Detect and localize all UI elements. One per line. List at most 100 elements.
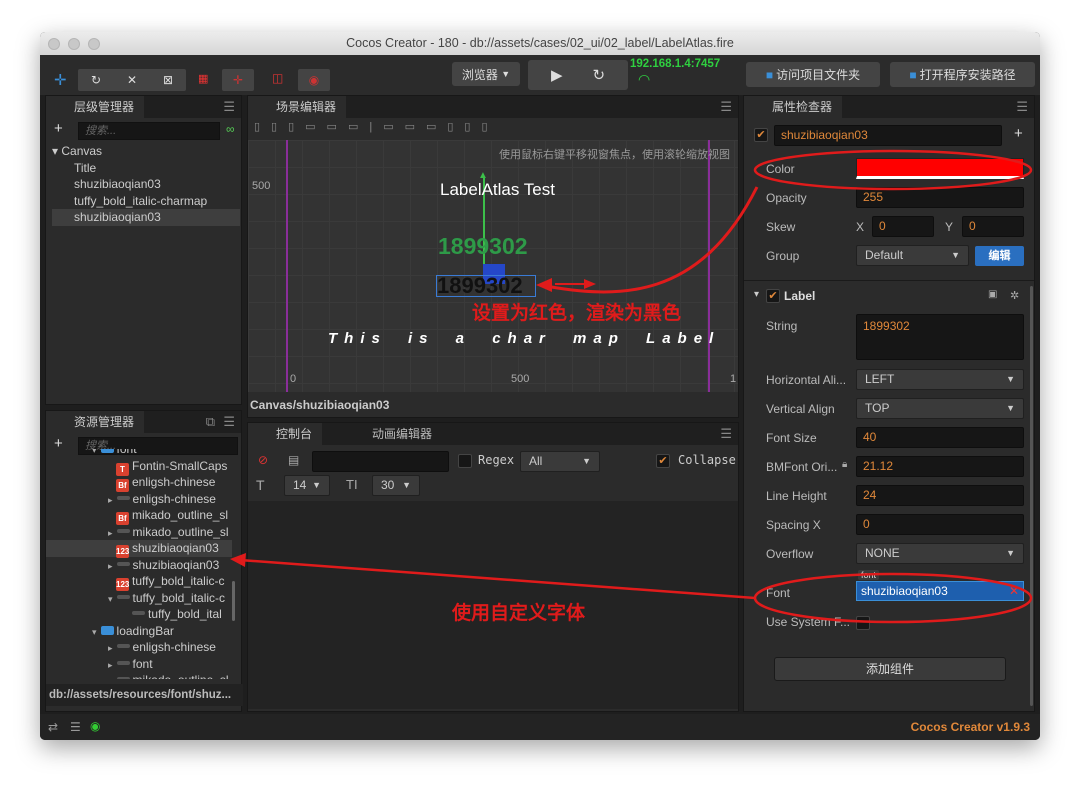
- scale-tool-icon[interactable]: ✕: [127, 73, 137, 87]
- y-label: Y: [945, 220, 954, 234]
- asset-item[interactable]: ▸mikado_outline_sl: [46, 672, 232, 679]
- ip-address[interactable]: 192.168.1.4:7457: [630, 58, 720, 70]
- tab-console[interactable]: 控制台: [248, 423, 323, 445]
- vertical-align-select[interactable]: TOP: [856, 398, 1024, 419]
- line-height-input[interactable]: 24: [856, 485, 1024, 506]
- align-tools[interactable]: ▯▯▯▭▭▭|▭▭▭▯▯▯: [254, 120, 499, 133]
- asset-item[interactable]: 123 tuffy_bold_italic-c: [46, 573, 232, 591]
- clear-icon[interactable]: ⊘: [258, 453, 268, 467]
- play-icon[interactable]: ▶: [551, 66, 563, 84]
- scrollbar[interactable]: [1030, 286, 1033, 706]
- eye-icon[interactable]: ◉: [90, 719, 100, 733]
- asset-item[interactable]: 123 shuzibiaoqian03: [46, 540, 232, 558]
- window-icon[interactable]: ⧉: [206, 414, 215, 430]
- tree-item[interactable]: tuffy_bold_italic-charmap: [52, 193, 240, 210]
- regex-checkbox[interactable]: [458, 454, 472, 468]
- skew-y-input[interactable]: 0: [962, 216, 1024, 237]
- pivot-icon[interactable]: ✛: [222, 69, 254, 91]
- tab-inspector[interactable]: 属性检查器: [744, 96, 843, 118]
- spacing-x-input[interactable]: 0: [856, 514, 1024, 535]
- asset-item[interactable]: ▾ loadingBar: [46, 623, 232, 640]
- node-name-input[interactable]: shuzibiaoqian03: [774, 125, 1002, 146]
- open-project-folder-button[interactable]: ■ 访问项目文件夹: [746, 62, 880, 87]
- menu-icon[interactable]: ☰: [720, 99, 732, 115]
- menu-icon[interactable]: ☰: [223, 99, 235, 115]
- asset-item[interactable]: ▸ shuzibiaoqian03: [46, 557, 232, 574]
- browser-select[interactable]: 浏览器 ▼: [452, 62, 520, 86]
- tree-item[interactable]: shuzibiaoqian03: [52, 176, 240, 193]
- scene-canvas[interactable]: 使用鼠标右键平移视窗焦点，使用滚轮缩放视图 500 0 500 1 ▲ Labe…: [248, 140, 738, 392]
- move-tool-icon[interactable]: ✛: [54, 71, 67, 89]
- local-icon[interactable]: ▦: [198, 72, 208, 85]
- scrollbar[interactable]: [232, 581, 235, 621]
- green-number-label[interactable]: 1899302: [438, 233, 528, 260]
- file-icon[interactable]: ▤: [288, 453, 299, 467]
- tab-animation[interactable]: 动画编辑器: [348, 423, 432, 445]
- center-icon[interactable]: ◉: [298, 69, 330, 91]
- folder-icon: ■: [765, 67, 774, 82]
- font-size-input[interactable]: 40: [856, 427, 1024, 448]
- tab-scene[interactable]: 场景编辑器: [248, 96, 347, 118]
- opacity-input[interactable]: 255: [856, 187, 1024, 208]
- add-node-icon[interactable]: +: [54, 120, 63, 137]
- asset-item[interactable]: tuffy_bold_ital: [46, 606, 232, 623]
- group-select[interactable]: Default: [856, 245, 969, 266]
- string-textarea[interactable]: 1899302: [856, 314, 1024, 360]
- menu-icon[interactable]: ☰: [720, 426, 732, 442]
- asset-item[interactable]: ▾ font: [46, 449, 232, 458]
- line-height-select[interactable]: 30: [372, 475, 420, 496]
- add-component-button[interactable]: 添加组件: [774, 657, 1006, 681]
- tree-item[interactable]: Title: [52, 160, 240, 177]
- rect-tool-icon[interactable]: ⊠: [163, 73, 173, 87]
- hierarchy-search-input[interactable]: 搜索...: [78, 122, 220, 140]
- tree-item-canvas[interactable]: ▾ Canvas: [52, 143, 240, 160]
- global-icon[interactable]: ◫: [272, 71, 283, 85]
- title-label[interactable]: LabelAtlas Test: [440, 180, 555, 200]
- tree-item-selected[interactable]: shuzibiaoqian03: [52, 209, 240, 226]
- sync-icon[interactable]: ⇄: [48, 720, 58, 734]
- tab-assets[interactable]: 资源管理器: [46, 411, 145, 433]
- asset-item[interactable]: ▸mikado_outline_sl: [46, 524, 232, 541]
- use-system-font-checkbox[interactable]: [856, 616, 870, 630]
- scene-panel: 场景编辑器 ☰ ▯▯▯▭▭▭|▭▭▭▯▯▯ 使用鼠标右键平移视窗焦点，使用滚轮缩放…: [247, 95, 739, 418]
- component-enabled-checkbox[interactable]: ✔: [766, 289, 780, 303]
- asset-item[interactable]: ▸ enligsh-chinese: [46, 491, 232, 508]
- add-icon[interactable]: +: [1014, 125, 1023, 142]
- edit-group-button[interactable]: 编辑: [975, 246, 1024, 266]
- database-icon[interactable]: ☰: [70, 720, 81, 734]
- asset-item[interactable]: ▾ tuffy_bold_italic-c: [46, 590, 232, 607]
- asset-item[interactable]: T Fontin-SmallCaps: [46, 458, 232, 476]
- collapse-checkbox[interactable]: ✔: [656, 454, 670, 468]
- minimize-button[interactable]: [68, 38, 80, 50]
- menu-icon[interactable]: ☰: [1016, 99, 1028, 115]
- open-install-path-button[interactable]: ■ 打开程序安装路径: [890, 62, 1035, 87]
- log-level-select[interactable]: All: [520, 451, 600, 472]
- asset-item[interactable]: ▸ enligsh-chinese: [46, 639, 232, 656]
- help-icon[interactable]: ▣: [988, 289, 997, 300]
- close-window-button[interactable]: [48, 38, 60, 50]
- menu-icon[interactable]: ☰: [223, 414, 235, 430]
- overflow-select[interactable]: NONE: [856, 543, 1024, 564]
- color-swatch[interactable]: [856, 158, 1024, 179]
- rotate-tool-icon[interactable]: ↻: [91, 73, 101, 87]
- asset-item[interactable]: Bf enligsh-chinese: [46, 474, 232, 492]
- font-asset-field[interactable]: shuzibiaoqian03 ✕: [856, 581, 1024, 601]
- horizontal-align-select[interactable]: LEFT: [856, 369, 1024, 390]
- link-icon[interactable]: ∞: [226, 122, 235, 136]
- selected-number-label[interactable]: 1899302: [436, 275, 536, 297]
- console-filter-input[interactable]: [312, 451, 449, 472]
- zoom-button[interactable]: [88, 38, 100, 50]
- skew-x-input[interactable]: 0: [872, 216, 934, 237]
- refresh-icon[interactable]: ↻: [592, 66, 605, 84]
- node-active-checkbox[interactable]: ✔: [754, 128, 768, 142]
- gear-icon[interactable]: ✲: [1010, 289, 1019, 302]
- bmfont-origin-label: BMFont Ori...: [766, 460, 838, 474]
- font-size-select[interactable]: 14: [284, 475, 330, 496]
- collapse-arrow-icon[interactable]: ▾: [754, 289, 759, 300]
- asset-item[interactable]: ▸ font: [46, 656, 232, 673]
- tab-hierarchy[interactable]: 层级管理器: [46, 96, 145, 118]
- bar-icon: [116, 677, 130, 679]
- asset-item[interactable]: Bf mikado_outline_sl: [46, 507, 232, 525]
- charmap-label[interactable]: This is a char map Label: [328, 330, 720, 347]
- clear-icon[interactable]: ✕: [1009, 582, 1019, 600]
